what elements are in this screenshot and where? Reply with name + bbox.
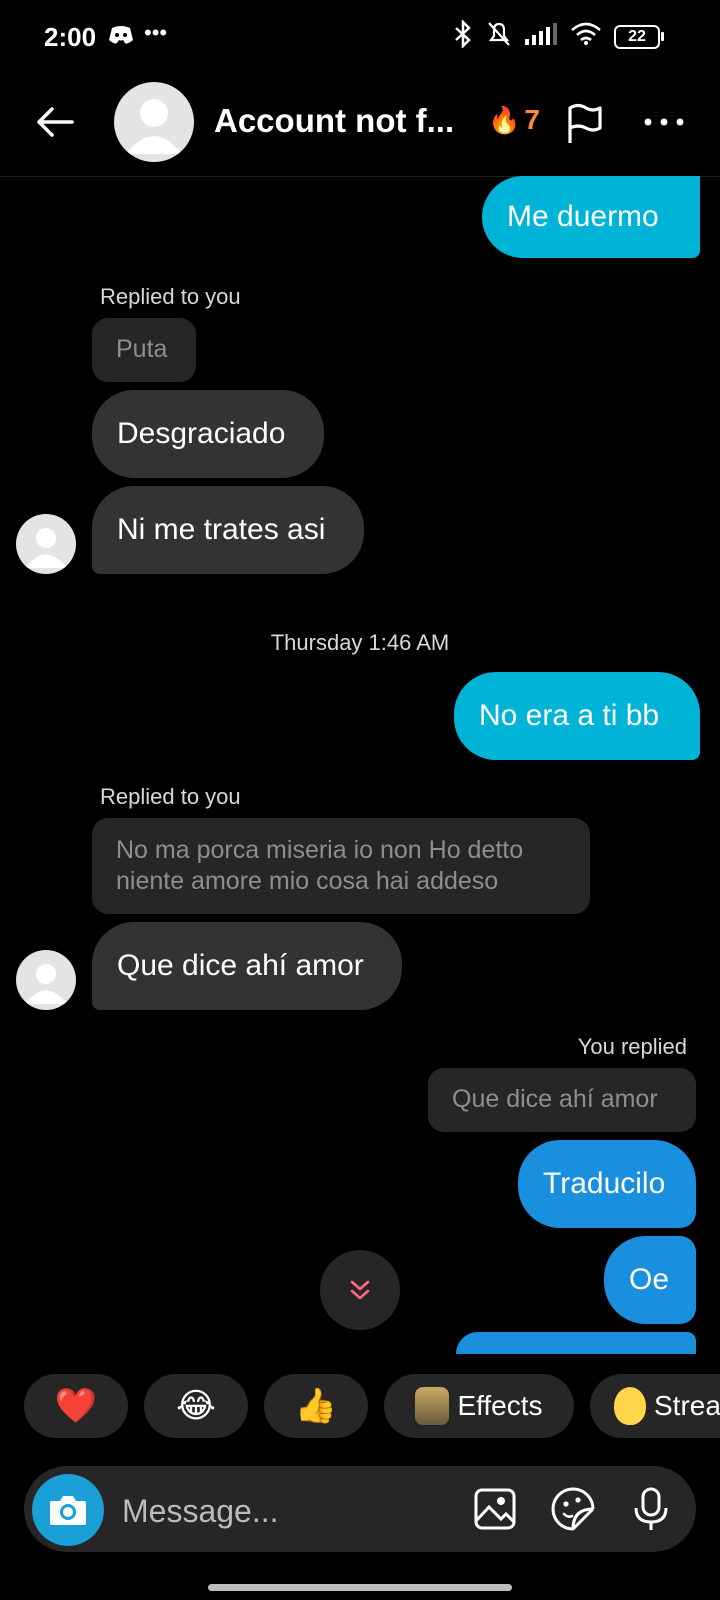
streak-count: 7 <box>524 104 540 135</box>
more-dots-icon: ••• <box>144 20 168 45</box>
laugh-emoji-icon: 😂 <box>176 1387 216 1425</box>
wifi-icon <box>570 22 602 51</box>
reply-quote[interactable]: Puta <box>92 318 196 382</box>
outgoing-message-partial[interactable] <box>456 1332 696 1354</box>
outgoing-message[interactable]: No era a ti bb <box>454 672 700 760</box>
gallery-icon[interactable] <box>470 1484 520 1534</box>
fire-icon: 🔥 <box>488 104 521 135</box>
streak-sticker-icon <box>614 1387 646 1425</box>
reply-quote-line: No ma porca miseria io non Ho detto <box>116 835 524 864</box>
streak-button[interactable]: Strea <box>590 1374 720 1438</box>
back-arrow-icon[interactable] <box>32 98 80 146</box>
laugh-reaction-button[interactable]: 😂 <box>144 1374 248 1438</box>
status-time: 2:00 <box>44 22 97 52</box>
reply-quote[interactable]: Que dice ahí amor <box>428 1068 696 1132</box>
double-chevron-down-icon <box>350 1280 370 1300</box>
contact-avatar[interactable] <box>114 82 194 162</box>
streak-indicator[interactable]: 🔥 7 <box>488 104 540 136</box>
effects-label: Effects <box>457 1390 543 1421</box>
incoming-message[interactable]: Desgraciado <box>92 390 324 478</box>
timestamp: Thursday 1:46 AM <box>270 630 450 655</box>
battery-level: 22 <box>614 24 660 49</box>
thumbs-up-reaction-button[interactable]: 👍 <box>264 1374 368 1438</box>
chat-title[interactable]: Account not f... <box>214 102 454 140</box>
camera-button[interactable] <box>32 1474 104 1546</box>
sticker-icon[interactable] <box>548 1484 598 1534</box>
bell-muted-icon <box>486 20 512 53</box>
scroll-to-bottom-button[interactable] <box>320 1250 400 1330</box>
battery-icon: 22 <box>614 24 664 49</box>
more-icon[interactable] <box>640 100 688 148</box>
outgoing-message[interactable]: Traducilo <box>518 1140 696 1228</box>
reply-label: Replied to you <box>100 784 241 809</box>
streak-label: Strea <box>654 1390 720 1421</box>
signal-icon <box>524 22 558 51</box>
heart-reaction-button[interactable]: ❤️ <box>24 1374 128 1438</box>
thumbs-up-emoji-icon: 👍 <box>294 1387 338 1425</box>
effects-thumbnail-icon <box>415 1387 450 1425</box>
flag-icon[interactable] <box>560 100 608 148</box>
heart-emoji-icon: ❤️ <box>54 1387 98 1425</box>
microphone-icon[interactable] <box>626 1484 676 1534</box>
camera-icon <box>50 1496 86 1525</box>
reply-label: You replied <box>577 1034 687 1059</box>
reply-quote[interactable]: No ma porca miseria io non Ho detto nien… <box>92 818 590 914</box>
reply-quote-line: niente amore mio cosa hai addeso <box>116 867 499 895</box>
status-icons: 22 <box>452 18 664 53</box>
outgoing-message[interactable]: Oe <box>604 1236 696 1324</box>
outgoing-message[interactable]: Me duermo <box>482 176 700 258</box>
incoming-message[interactable]: Que dice ahí amor <box>92 922 402 1010</box>
bluetooth-icon <box>452 18 474 53</box>
contact-avatar-small[interactable] <box>16 514 76 574</box>
contact-avatar-small[interactable] <box>16 950 76 1010</box>
incoming-message[interactable]: Ni me trates asi <box>92 486 364 574</box>
home-indicator[interactable] <box>208 1584 512 1591</box>
discord-icon <box>108 24 134 51</box>
message-input[interactable] <box>120 1490 444 1532</box>
effects-button[interactable]: Effects <box>384 1374 574 1438</box>
reply-label: Replied to you <box>100 284 241 309</box>
